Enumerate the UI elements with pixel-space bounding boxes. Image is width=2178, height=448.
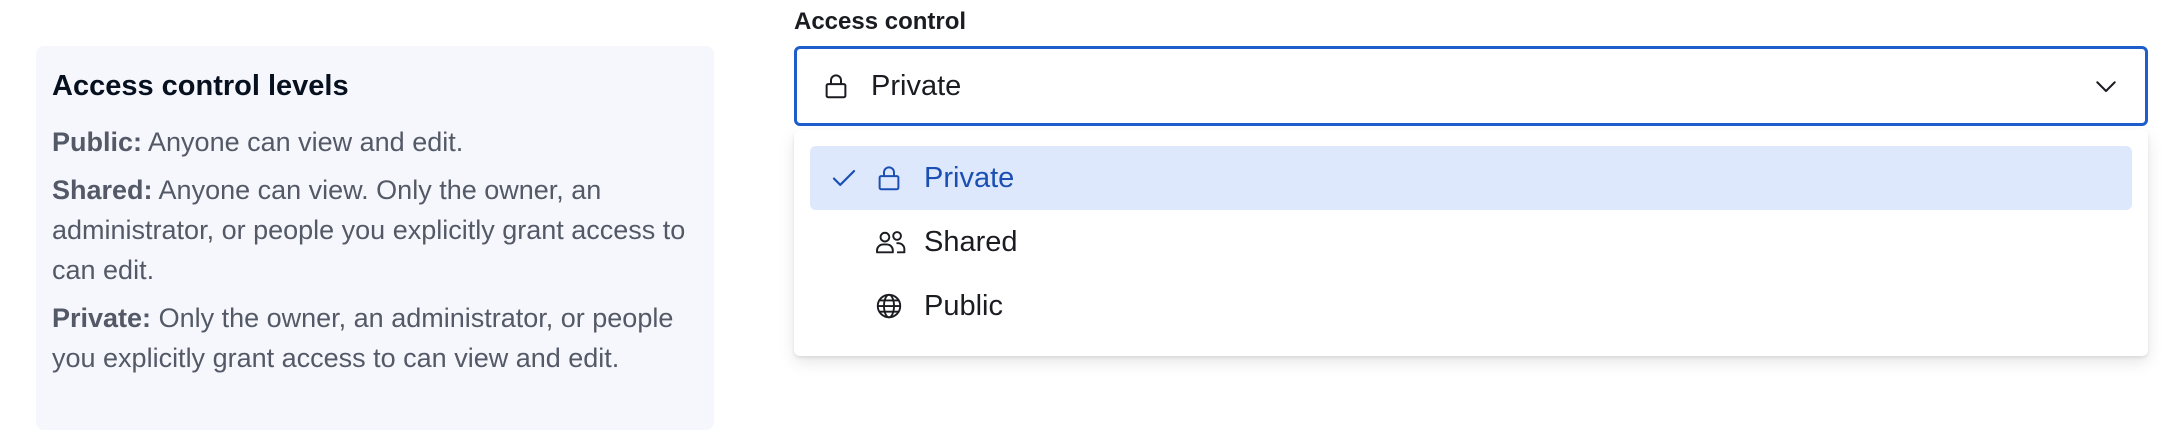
access-control-help-panel: Access control levels Public: Anyone can… [36, 46, 714, 430]
help-item-shared: Shared: Anyone can view. Only the owner,… [52, 170, 698, 290]
access-control-options-list: Private Shared Public [794, 130, 2148, 356]
lock-icon [874, 162, 908, 194]
help-item-private: Private: Only the owner, an administrato… [52, 298, 698, 378]
help-term: Shared: [52, 175, 153, 205]
users-icon [874, 226, 908, 258]
option-shared[interactable]: Shared [810, 210, 2132, 274]
empty-check-slot [828, 227, 864, 257]
help-term: Public: [52, 127, 143, 157]
page: Access control levels Public: Anyone can… [0, 0, 2178, 448]
help-item-public: Public: Anyone can view and edit. [52, 122, 698, 162]
help-desc: Anyone can view and edit. [142, 127, 464, 157]
option-public[interactable]: Public [810, 274, 2132, 338]
globe-icon [874, 290, 908, 322]
help-term: Private: [52, 303, 152, 333]
option-private[interactable]: Private [810, 146, 2132, 210]
option-label: Public [924, 289, 1003, 322]
help-panel-title: Access control levels [52, 70, 349, 102]
empty-check-slot [828, 291, 864, 321]
chevron-down-icon[interactable] [2091, 71, 2121, 101]
access-control-select[interactable]: Private [794, 46, 2148, 126]
lock-icon [821, 71, 851, 101]
check-icon [828, 163, 864, 193]
option-label: Shared [924, 225, 1018, 258]
option-label: Private [924, 161, 1015, 194]
selected-value: Private [871, 69, 962, 102]
access-control-label: Access control [794, 8, 967, 35]
